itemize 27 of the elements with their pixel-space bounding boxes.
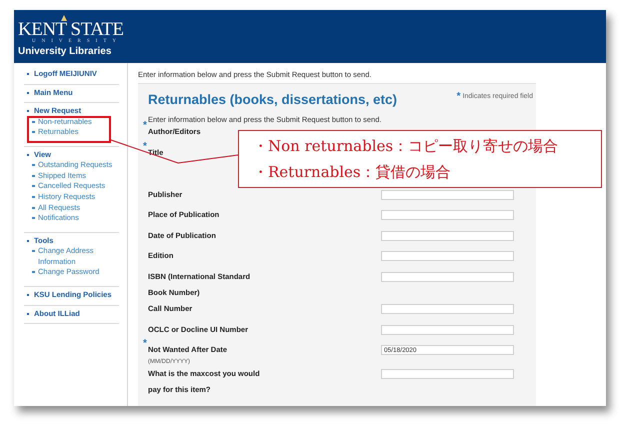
form-title: Returnables (books, dissertations, etc)	[148, 91, 398, 109]
input-field[interactable]	[381, 230, 514, 241]
input-field[interactable]	[381, 251, 514, 262]
required-asterisk: *	[143, 121, 147, 130]
bullet-icon	[32, 217, 35, 220]
bullet-icon	[32, 164, 35, 166]
bullet-icon	[32, 185, 35, 188]
bullet-icon	[32, 271, 35, 274]
site-title: University Libraries	[18, 45, 112, 58]
required-asterisk: *	[143, 142, 147, 151]
input-field[interactable]	[381, 369, 514, 380]
logo-text: KENT STATE	[18, 21, 125, 39]
input-field[interactable]	[381, 210, 514, 220]
input-field[interactable]	[381, 272, 514, 282]
annotation-text: ・Returnables：貸借の場合	[253, 162, 452, 183]
annotation-text: ・Non returnables：コピー取り寄せの場合	[253, 136, 560, 157]
required-asterisk: *	[456, 92, 461, 101]
required-asterisk: *	[143, 339, 147, 348]
bullet-icon	[32, 196, 35, 198]
bullet-icon	[32, 250, 35, 252]
torch-icon	[60, 15, 68, 21]
bullet-icon	[32, 131, 35, 134]
bullet-icon	[32, 206, 35, 209]
bullet-icon	[32, 174, 35, 177]
input-field[interactable]	[381, 324, 514, 335]
input-field[interactable]	[381, 304, 514, 314]
input-field[interactable]	[381, 190, 514, 200]
